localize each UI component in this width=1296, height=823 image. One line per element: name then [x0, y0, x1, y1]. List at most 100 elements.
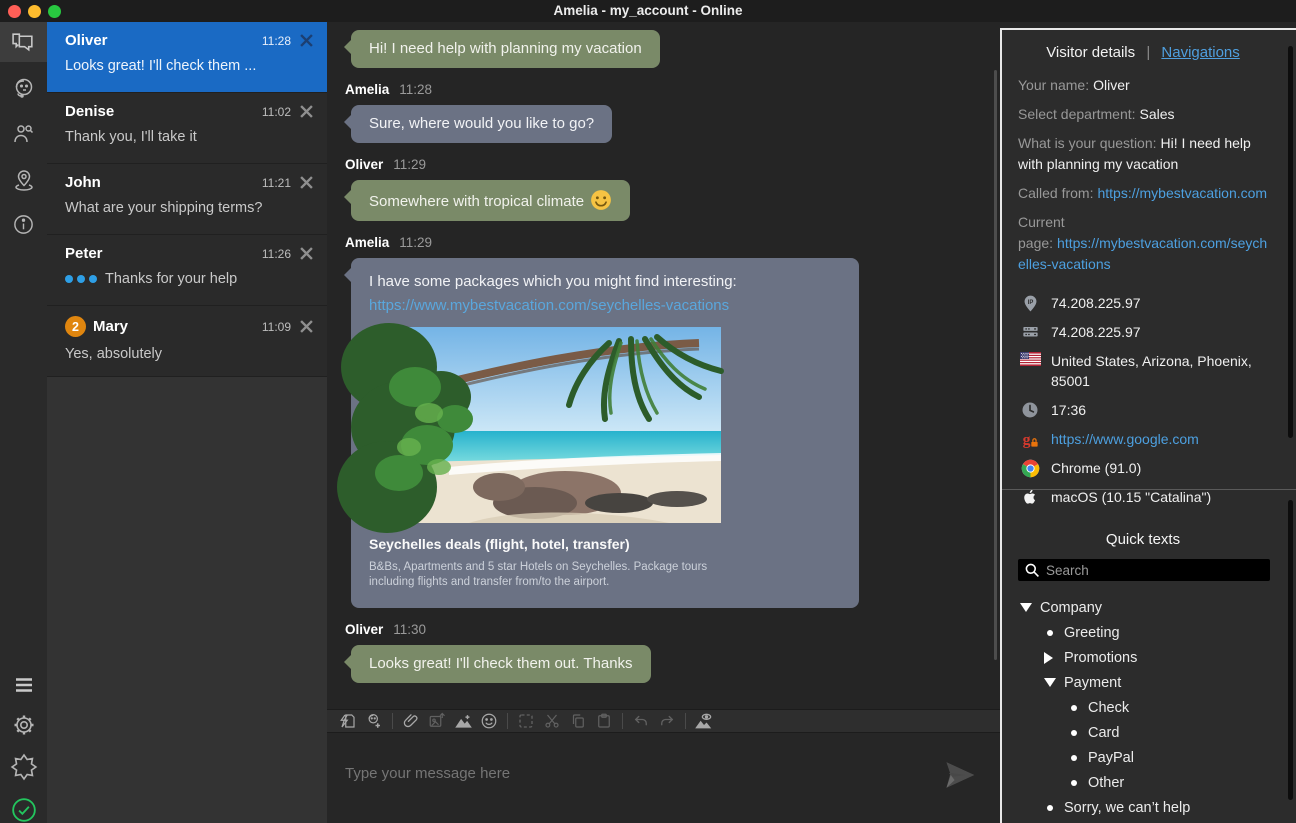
smiling-face-emoji [590, 189, 612, 211]
chat-list-item-oliver[interactable]: Oliver 11:28 Looks great! I'll check the… [47, 22, 327, 93]
settings-icon[interactable] [0, 705, 47, 745]
visitor-message: Looks great! I'll check them out. Thanks [351, 645, 651, 683]
chat-time: 11:09 [262, 320, 291, 334]
theme-icon-glyph [11, 754, 37, 780]
tab-navigations[interactable]: Navigations [1161, 44, 1239, 61]
menu-icon-glyph [12, 673, 36, 697]
copy-icon[interactable] [565, 710, 591, 732]
referrer-link[interactable]: https://www.google.com [1051, 429, 1199, 449]
message-meta: Oliver11:30 [345, 622, 990, 637]
tree-item-other[interactable]: Other [1018, 770, 1268, 795]
composer-toolbar [327, 709, 1000, 733]
visitor-panel-tabs: Visitor details | Navigations [1018, 44, 1268, 61]
image-preview-icon[interactable] [691, 710, 717, 732]
chat-list-item-mary[interactable]: 2 Mary 11:09 Yes, absolutely [47, 306, 327, 377]
screenshot-icon[interactable] [450, 710, 476, 732]
tree-item-promotions[interactable]: Promotions [1018, 645, 1268, 670]
bullet-icon [1068, 730, 1088, 736]
us-flag-icon [1018, 351, 1042, 366]
agent-message: Sure, where would you like to go? [351, 105, 612, 143]
close-chat-icon[interactable] [300, 320, 313, 333]
visitor-details-panel: Visitor details | Navigations Your name:… [1000, 28, 1296, 823]
settings-icon-glyph [12, 713, 36, 737]
chat-preview: Thank you, I'll take it [65, 129, 197, 145]
conversation-area: Hi! I need help with planning my vacatio… [327, 22, 1000, 709]
location-icon[interactable] [0, 160, 47, 200]
tab-divider: | [1146, 44, 1150, 61]
app-window: Amelia - my_account - Online [0, 0, 1296, 823]
attach-file-icon[interactable] [398, 710, 424, 732]
bullet-icon [1068, 780, 1088, 786]
message-input[interactable] [345, 755, 925, 791]
visitor-panel-scrollbar[interactable] [1288, 46, 1293, 438]
paste-icon[interactable] [591, 710, 617, 732]
invite-agent-icon[interactable] [361, 710, 387, 732]
bullet-icon [1068, 755, 1088, 761]
chat-list-item-peter[interactable]: Peter 11:26 Thanks for your help [47, 235, 327, 306]
close-chat-icon[interactable] [300, 247, 313, 260]
search-input[interactable] [1046, 559, 1264, 581]
send-image-icon[interactable] [424, 710, 450, 732]
field-department: Select department:Sales [1018, 104, 1268, 125]
called-from-link[interactable]: https://mybestvacation.com [1097, 185, 1267, 201]
chat-time: 11:26 [262, 247, 291, 261]
chrome-browser-icon [1018, 458, 1042, 478]
field-called-from: Called from:https://mybestvacation.com [1018, 183, 1268, 204]
field-current-page: Current page:https://mybestvacation.com/… [1018, 212, 1268, 275]
close-chat-icon[interactable] [300, 34, 313, 47]
chat-list-item-denise[interactable]: Denise 11:02 Thank you, I'll take it [47, 93, 327, 164]
tree-item-company[interactable]: Company [1018, 595, 1268, 620]
card-link[interactable]: https://www.mybestvacation.com/seychelle… [369, 297, 841, 314]
send-plane-icon[interactable] [942, 757, 978, 793]
tree-item-sorry[interactable]: Sorry, we can’t help [1018, 795, 1268, 820]
chat-preview: Thanks for your help [105, 271, 237, 287]
cut-icon[interactable] [539, 710, 565, 732]
tree-item-check[interactable]: Check [1018, 695, 1268, 720]
theme-icon[interactable] [0, 747, 47, 787]
message-meta: Amelia11:28 [345, 82, 990, 97]
tree-item-paypal[interactable]: PayPal [1018, 745, 1268, 770]
close-chat-icon[interactable] [300, 176, 313, 189]
current-page-link[interactable]: https://mybestvacation.com/seychelles-va… [1018, 235, 1267, 272]
quick-texts-scrollbar[interactable] [1288, 500, 1293, 800]
visitors-icon[interactable] [0, 114, 47, 154]
expanded-triangle-icon[interactable] [1020, 603, 1040, 612]
composer [327, 735, 1000, 823]
undo-icon[interactable] [628, 710, 654, 732]
card-title: Seychelles deals (flight, hotel, transfe… [369, 536, 841, 552]
svg-text:g: g [1022, 431, 1030, 448]
chat-list-item-john[interactable]: John 11:21 What are your shipping terms? [47, 164, 327, 235]
info-icon[interactable] [0, 204, 47, 244]
local-time-icon [1018, 400, 1042, 419]
close-chat-icon[interactable] [300, 105, 313, 118]
seychelles-beach-photo [369, 327, 721, 523]
conversation-scrollbar[interactable] [994, 70, 997, 660]
canned-responses-icon[interactable] [335, 710, 361, 732]
bullet-icon [1068, 705, 1088, 711]
bullet-icon [1044, 630, 1064, 636]
info-row-os: macOS (10.15 "Catalina") [1018, 487, 1268, 507]
tab-visitor-details[interactable]: Visitor details [1046, 44, 1135, 61]
location-icon-glyph [12, 168, 36, 192]
info-row-local-time: 17:36 [1018, 400, 1268, 420]
select-area-icon[interactable] [513, 710, 539, 732]
panel-divider [1002, 489, 1296, 490]
emoji-icon[interactable] [476, 710, 502, 732]
chat-time: 11:21 [262, 176, 291, 190]
agent-icon[interactable] [0, 68, 47, 108]
chats-icon[interactable] [0, 22, 47, 62]
card-description: B&Bs, Apartments and 5 star Hotels on Se… [369, 560, 714, 590]
expanded-triangle-icon[interactable] [1044, 678, 1064, 687]
tree-item-card[interactable]: Card [1018, 720, 1268, 745]
menu-icon[interactable] [0, 665, 47, 705]
chat-name: John [65, 174, 101, 191]
tree-item-greeting[interactable]: Greeting [1018, 620, 1268, 645]
chat-time: 11:28 [262, 34, 291, 48]
collapsed-triangle-icon[interactable] [1044, 652, 1064, 664]
field-name: Your name:Oliver [1018, 75, 1268, 96]
chat-name: Oliver [65, 32, 108, 49]
nav-rail [0, 22, 47, 823]
tree-item-payment[interactable]: Payment [1018, 670, 1268, 695]
redo-icon[interactable] [654, 710, 680, 732]
online-status-icon[interactable] [0, 790, 47, 823]
